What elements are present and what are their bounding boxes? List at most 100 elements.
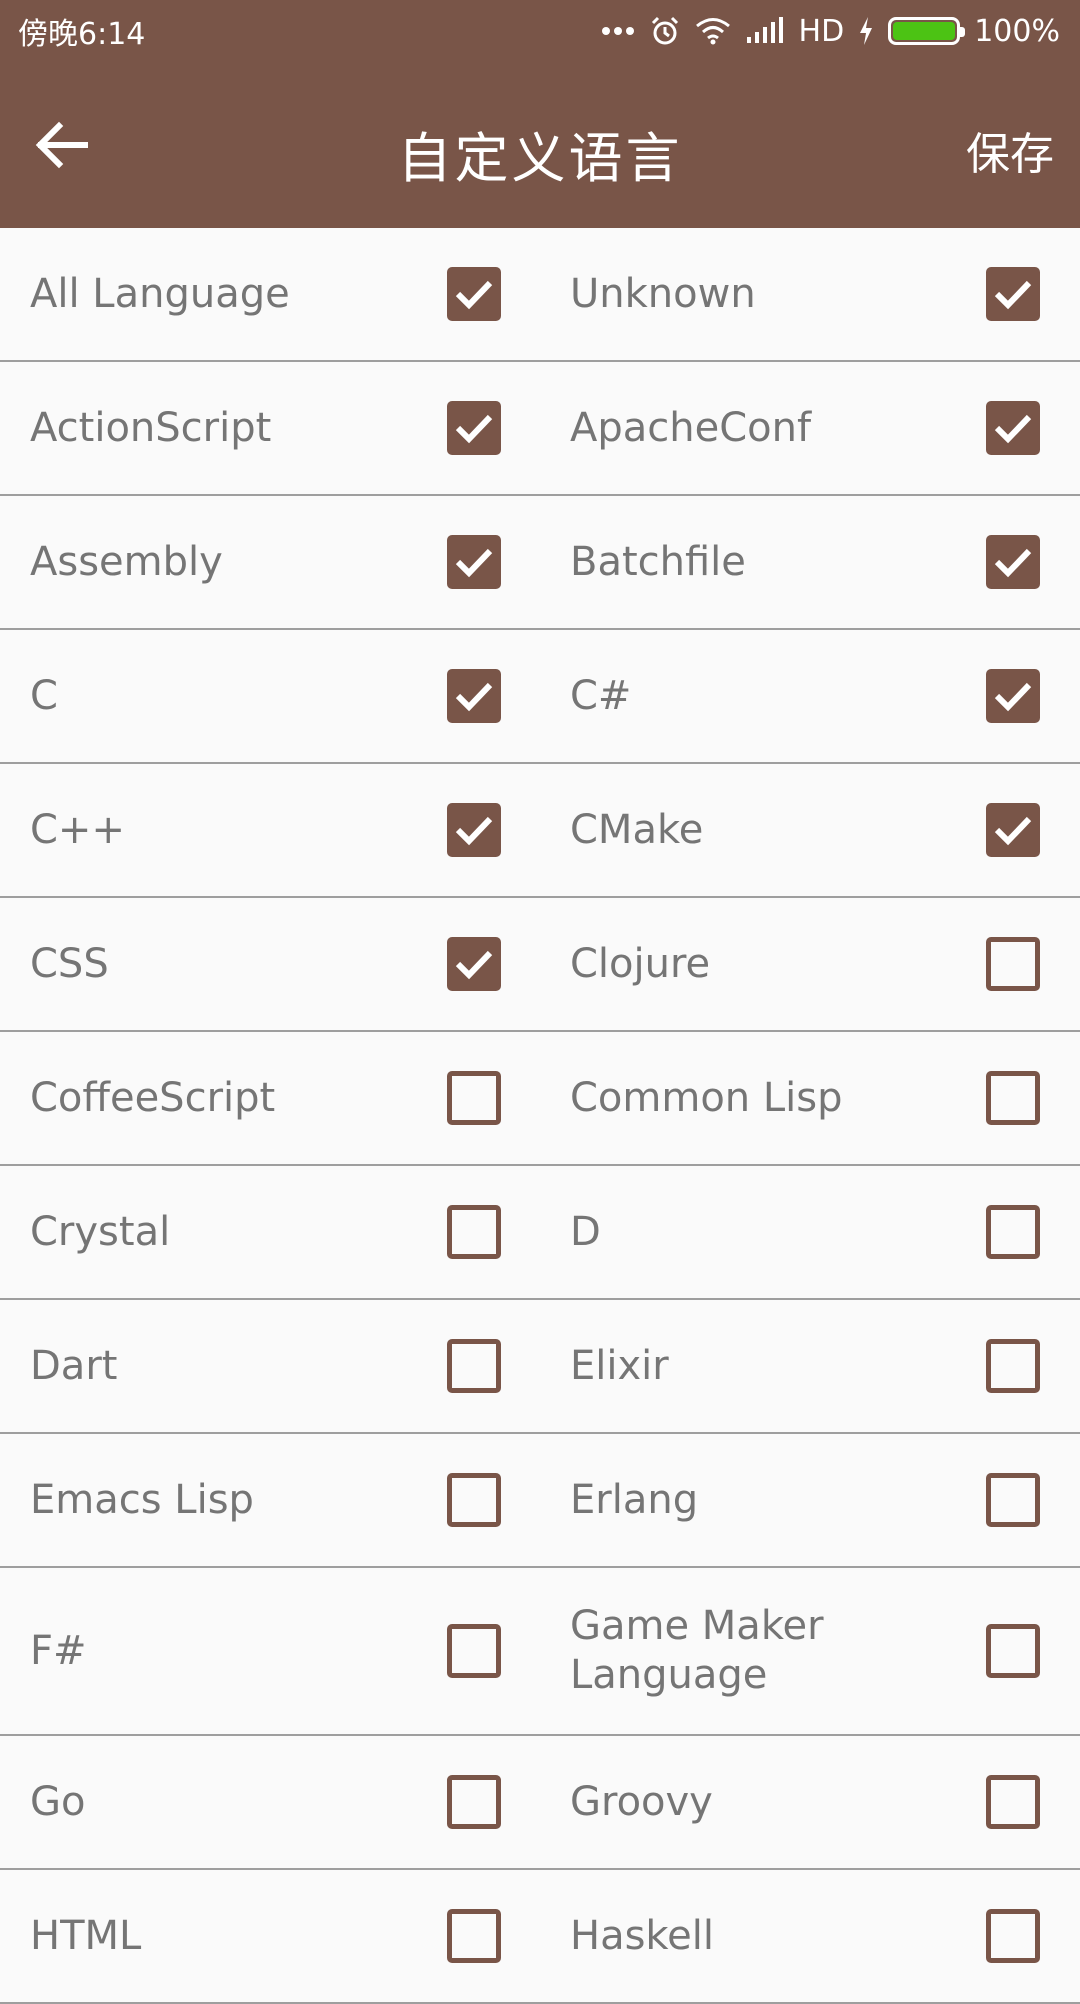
language-row: CoffeeScript Common Lisp (0, 1032, 1080, 1166)
language-checkbox[interactable] (986, 1775, 1040, 1829)
language-option-right[interactable]: Elixir (540, 1300, 1080, 1432)
language-row: F# Game Maker Language (0, 1568, 1080, 1736)
language-label: ActionScript (30, 404, 272, 451)
language-checkbox[interactable] (986, 1473, 1040, 1527)
language-label: CoffeeScript (30, 1074, 276, 1121)
language-option-right[interactable]: D (540, 1166, 1080, 1298)
language-option-left[interactable]: C++ (0, 764, 540, 896)
status-bar: 傍晚6:14 HD 100% (0, 0, 1080, 62)
language-label: Go (30, 1778, 86, 1825)
language-checkbox[interactable] (447, 803, 501, 857)
language-checkbox[interactable] (447, 1473, 501, 1527)
language-label: Game Maker Language (570, 1603, 824, 1698)
language-checkbox[interactable] (986, 669, 1040, 723)
alarm-icon (649, 15, 681, 47)
check-icon (455, 816, 493, 846)
language-checkbox[interactable] (447, 669, 501, 723)
language-row: Emacs Lisp Erlang (0, 1434, 1080, 1568)
language-option-right[interactable]: Groovy (540, 1736, 1080, 1868)
language-label: HTML (30, 1912, 142, 1959)
status-time: 傍晚6:14 (18, 17, 146, 52)
language-label: F# (30, 1627, 87, 1674)
language-checkbox[interactable] (447, 267, 501, 321)
language-label: Haskell (570, 1912, 715, 1959)
language-row: HTML Haskell (0, 1870, 1080, 2004)
language-label: Emacs Lisp (30, 1476, 254, 1523)
language-checkbox[interactable] (986, 1339, 1040, 1393)
network-type: HD (798, 13, 845, 49)
battery-fill (893, 22, 956, 40)
language-checkbox[interactable] (447, 1909, 501, 1963)
language-checkbox[interactable] (447, 1624, 501, 1678)
language-option-right[interactable]: ApacheConf (540, 362, 1080, 494)
language-option-left[interactable]: Dart (0, 1300, 540, 1432)
language-option-left[interactable]: HTML (0, 1870, 540, 2002)
language-option-left[interactable]: Assembly (0, 496, 540, 628)
language-option-left[interactable]: CoffeeScript (0, 1032, 540, 1164)
language-row: Assembly Batchfile (0, 496, 1080, 630)
language-option-right[interactable]: Game Maker Language (540, 1568, 1080, 1734)
language-option-left[interactable]: CSS (0, 898, 540, 1030)
language-option-left[interactable]: Crystal (0, 1166, 540, 1298)
language-label: Batchfile (570, 538, 746, 585)
language-option-left[interactable]: ActionScript (0, 362, 540, 494)
language-label: Erlang (570, 1476, 699, 1523)
language-option-right[interactable]: C# (540, 630, 1080, 762)
language-checkbox[interactable] (986, 803, 1040, 857)
language-checkbox[interactable] (447, 1339, 501, 1393)
language-option-left[interactable]: Emacs Lisp (0, 1434, 540, 1566)
wifi-icon (695, 17, 731, 45)
page-title: 自定义语言 (397, 127, 683, 190)
check-icon (994, 280, 1032, 310)
language-option-right[interactable]: Unknown (540, 228, 1080, 360)
language-option-right[interactable]: Clojure (540, 898, 1080, 1030)
language-row: CSS Clojure (0, 898, 1080, 1032)
language-checkbox[interactable] (986, 401, 1040, 455)
language-option-right[interactable]: CMake (540, 764, 1080, 896)
language-option-right[interactable]: Haskell (540, 1870, 1080, 2002)
language-checkbox[interactable] (447, 1071, 501, 1125)
check-icon (455, 280, 493, 310)
check-icon (455, 682, 493, 712)
language-option-right[interactable]: Erlang (540, 1434, 1080, 1566)
language-option-left[interactable]: All Language (0, 228, 540, 360)
check-icon (994, 816, 1032, 846)
language-label: Groovy (570, 1778, 713, 1825)
language-option-right[interactable]: Batchfile (540, 496, 1080, 628)
signal-icon (745, 17, 785, 45)
status-icons: HD 100% (601, 14, 1060, 49)
language-grid: All Language Unknown ActionScript Apache… (0, 228, 1080, 2004)
language-checkbox[interactable] (986, 937, 1040, 991)
language-option-left[interactable]: C (0, 630, 540, 762)
language-checkbox[interactable] (447, 401, 501, 455)
language-option-left[interactable]: F# (0, 1568, 540, 1734)
check-icon (994, 414, 1032, 444)
language-checkbox[interactable] (447, 937, 501, 991)
save-button[interactable]: 保存 (966, 118, 1054, 182)
charging-icon (858, 16, 874, 46)
language-label: Elixir (570, 1342, 669, 1389)
language-checkbox[interactable] (447, 1205, 501, 1259)
more-dots-icon (601, 26, 635, 36)
language-label: C# (570, 672, 632, 719)
language-checkbox[interactable] (447, 535, 501, 589)
language-checkbox[interactable] (986, 535, 1040, 589)
language-checkbox[interactable] (986, 1071, 1040, 1125)
language-label: ApacheConf (570, 404, 812, 451)
language-row: C C# (0, 630, 1080, 764)
language-checkbox[interactable] (986, 267, 1040, 321)
language-label: Crystal (30, 1208, 171, 1255)
check-icon (455, 414, 493, 444)
language-label: C (30, 672, 58, 719)
language-label: Dart (30, 1342, 118, 1389)
check-icon (455, 548, 493, 578)
language-option-right[interactable]: Common Lisp (540, 1032, 1080, 1164)
language-option-left[interactable]: Go (0, 1736, 540, 1868)
language-checkbox[interactable] (986, 1205, 1040, 1259)
language-row: Dart Elixir (0, 1300, 1080, 1434)
language-checkbox[interactable] (986, 1624, 1040, 1678)
language-label: CMake (570, 806, 704, 853)
language-checkbox[interactable] (447, 1775, 501, 1829)
language-checkbox[interactable] (986, 1909, 1040, 1963)
language-label: Unknown (570, 270, 756, 317)
